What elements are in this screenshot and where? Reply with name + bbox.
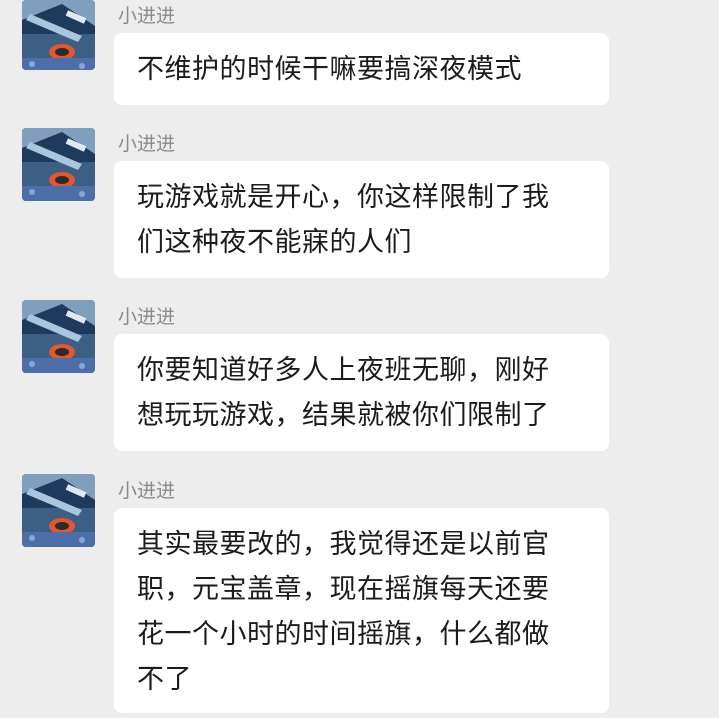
message-text-line: 你要知道好多人上夜班无聊，刚好 [137, 355, 550, 386]
sender-name: 小进进 [118, 133, 176, 155]
user-avatar-icon[interactable] [22, 474, 95, 547]
message-bubble[interactable]: 玩游戏就是开心，你这样限制了我 们这种夜不能寐的人们 [114, 161, 609, 278]
user-avatar-icon[interactable] [22, 300, 95, 373]
sender-name: 小进进 [118, 480, 176, 502]
message-text-line: 职，元宝盖章，现在摇旗每天还要 [137, 574, 550, 605]
sender-name: 小进进 [118, 306, 176, 328]
user-avatar-icon[interactable] [22, 128, 95, 201]
message-bubble[interactable]: 你要知道好多人上夜班无聊，刚好 想玩玩游戏，结果就被你们限制了 [114, 334, 609, 451]
message-text-line: 不了 [137, 664, 192, 695]
message-text-line: 不维护的时候干嘛要搞深夜模式 [137, 54, 522, 85]
chat-message-list: 小进进 不维护的时候干嘛要搞深夜模式 小进进 玩游戏就是开心，你这样限制了我 们… [0, 0, 719, 718]
message-bubble[interactable]: 其实最要改的，我觉得还是以前官 职，元宝盖章，现在摇旗每天还要 花一个小时的时间… [114, 508, 609, 713]
message-text-line: 花一个小时的时间摇旗，什么都做 [137, 619, 550, 650]
message-text-line: 们这种夜不能寐的人们 [137, 227, 412, 258]
message-text-line: 想玩玩游戏，结果就被你们限制了 [137, 400, 550, 431]
message-text-line: 其实最要改的，我觉得还是以前官 [137, 529, 550, 560]
message-text-line: 玩游戏就是开心，你这样限制了我 [137, 182, 550, 213]
user-avatar-icon[interactable] [22, 0, 95, 70]
sender-name: 小进进 [118, 5, 176, 27]
message-bubble[interactable]: 不维护的时候干嘛要搞深夜模式 [114, 33, 609, 105]
